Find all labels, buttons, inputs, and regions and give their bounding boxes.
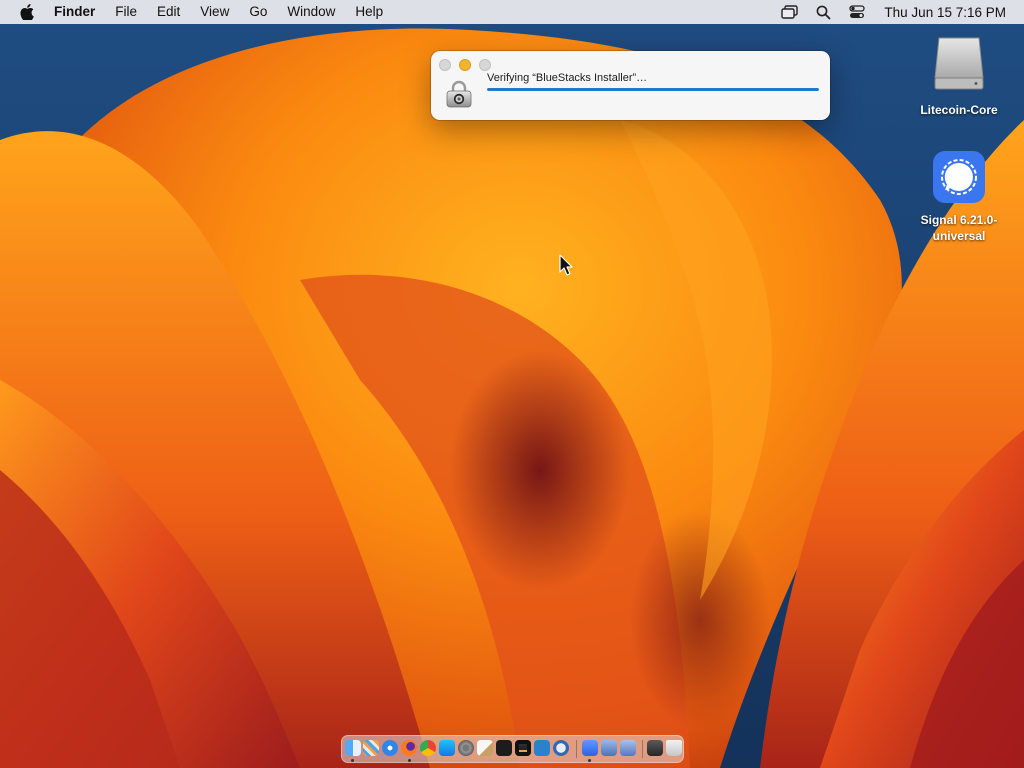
virtualbox-vm-icon[interactable] [620, 740, 636, 756]
menu-bar: Finder File Edit View Go Window Help Thu… [0, 0, 1024, 24]
safari-icon[interactable] [382, 740, 398, 756]
screen-mirroring-icon[interactable] [779, 0, 799, 24]
dock-separator [642, 740, 643, 758]
spotlight-search-icon[interactable] [813, 0, 833, 24]
running-indicator [408, 759, 411, 762]
dock-separator [576, 740, 577, 758]
gatekeeper-icon [446, 80, 472, 108]
dock [341, 735, 684, 763]
verifying-progress-window: Verifying “BlueStacks Installer”… [431, 51, 830, 120]
virtualbox-icon[interactable] [601, 740, 617, 756]
vscode-icon[interactable] [534, 740, 550, 756]
desktop-icon-litecoin-core[interactable]: Litecoin-Core [909, 34, 1009, 118]
system-settings-icon[interactable] [458, 740, 474, 756]
menu-go[interactable]: Go [239, 0, 277, 24]
menu-bar-clock[interactable]: Thu Jun 15 7:16 PM [884, 5, 1006, 20]
control-center-icon[interactable] [847, 0, 867, 24]
mouse-pointer-icon [559, 254, 573, 276]
progress-message: Verifying “BlueStacks Installer”… [487, 72, 648, 84]
running-indicator [588, 759, 591, 762]
garageband-icon[interactable] [515, 740, 531, 756]
chrome-icon[interactable] [420, 740, 436, 756]
firefox-icon[interactable] [401, 740, 417, 756]
app-store-icon[interactable] [439, 740, 455, 756]
window-zoom-button[interactable] [479, 59, 491, 71]
trash-icon[interactable] [666, 740, 682, 756]
menu-window[interactable]: Window [277, 0, 345, 24]
desktop-icon-label: Litecoin-Core [920, 103, 998, 117]
disk-image-icon [934, 37, 984, 90]
console-icon[interactable] [647, 740, 663, 756]
menu-view[interactable]: View [190, 0, 239, 24]
signal-app-icon [933, 151, 985, 203]
menu-app-finder[interactable]: Finder [44, 0, 105, 24]
progress-bar [487, 88, 819, 91]
litecoin-icon[interactable] [553, 740, 569, 756]
textedit-icon[interactable] [477, 740, 493, 756]
running-indicator [351, 759, 354, 762]
window-close-button[interactable] [439, 59, 451, 71]
bluestacks-icon[interactable] [582, 740, 598, 756]
desktop-icon-signal[interactable]: Signal 6.21.0- universal [909, 150, 1009, 244]
progress-bar-fill [487, 88, 819, 91]
menu-help[interactable]: Help [345, 0, 393, 24]
menu-file[interactable]: File [105, 0, 147, 24]
apple-logo-icon[interactable] [16, 0, 38, 24]
terminal-icon[interactable] [496, 740, 512, 756]
menu-edit[interactable]: Edit [147, 0, 190, 24]
desktop-icon-label: Signal 6.21.0- universal [920, 213, 998, 243]
finder-icon[interactable] [345, 740, 361, 756]
launchpad-icon[interactable] [363, 740, 379, 756]
window-minimize-button[interactable] [459, 59, 471, 71]
